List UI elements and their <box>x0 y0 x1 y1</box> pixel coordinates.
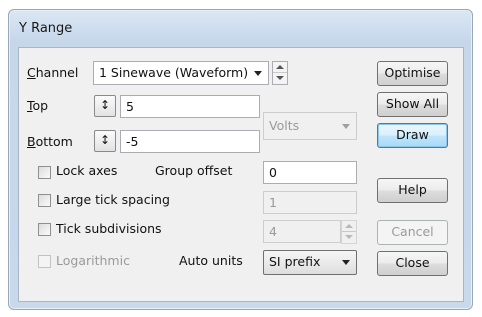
group-offset-value: 0 <box>269 165 277 180</box>
cancel-button: Cancel <box>377 220 448 245</box>
large-tick-spacing-label: Large tick spacing <box>56 192 170 207</box>
spin-up-button <box>342 221 356 232</box>
top-input[interactable]: 5 <box>120 95 260 118</box>
swap-arrows-icon: ↕ <box>99 98 111 112</box>
spin-down-button <box>342 232 356 243</box>
units-select-value: Volts <box>269 118 300 133</box>
channel-select[interactable]: 1 Sinewave (Waveform) <box>93 61 269 85</box>
bottom-input[interactable]: -5 <box>120 130 260 153</box>
channel-select-value: 1 Sinewave (Waveform) <box>99 65 249 80</box>
arrow-down-icon <box>276 76 284 80</box>
chevron-down-icon <box>342 260 350 265</box>
arrow-up-icon <box>276 65 284 69</box>
logarithmic-checkbox <box>38 255 51 268</box>
tick-subdivisions-checkbox[interactable] <box>38 223 51 236</box>
logarithmic-label: Logarithmic <box>56 253 130 268</box>
title-bar[interactable]: Y Range <box>9 10 472 46</box>
lock-axes-checkbox[interactable] <box>38 166 51 179</box>
top-value: 5 <box>126 99 134 114</box>
tick-subdivisions-spinner <box>341 220 357 244</box>
channel-spinner[interactable] <box>272 61 288 85</box>
chevron-down-icon <box>254 71 262 76</box>
screen: Y Range Channel 1 Sinewave (Waveform) To… <box>0 0 482 317</box>
bottom-swap-button[interactable]: ↕ <box>94 130 116 152</box>
channel-label: Channel <box>27 65 79 80</box>
bottom-label: Bottom <box>27 134 73 149</box>
large-tick-spacing-value: 1 <box>269 195 277 210</box>
dialog-title: Y Range <box>19 21 73 36</box>
draw-button[interactable]: Draw <box>377 123 448 148</box>
tick-subdivisions-label: Tick subdivisions <box>56 221 162 236</box>
auto-units-value: SI prefix <box>269 254 321 269</box>
bottom-value: -5 <box>126 134 139 149</box>
top-swap-button[interactable]: ↕ <box>94 95 116 117</box>
close-button[interactable]: Close <box>377 251 448 276</box>
show-all-button[interactable]: Show All <box>377 92 448 117</box>
large-tick-spacing-input: 1 <box>263 191 357 214</box>
optimise-button[interactable]: Optimise <box>377 61 448 86</box>
help-button[interactable]: Help <box>377 178 448 203</box>
dialog-body: Channel 1 Sinewave (Waveform) Top ↕ 5 Vo… <box>18 47 464 302</box>
lock-axes-label: Lock axes <box>56 163 118 178</box>
auto-units-select[interactable]: SI prefix <box>263 250 357 275</box>
tick-subdivisions-input: 4 <box>263 220 341 243</box>
group-offset-label: Group offset <box>155 163 233 178</box>
group-offset-input[interactable]: 0 <box>263 161 357 184</box>
spin-up-button[interactable] <box>273 62 287 73</box>
arrow-down-icon <box>345 235 353 239</box>
auto-units-label: Auto units <box>179 253 243 268</box>
top-label: Top <box>27 98 49 113</box>
units-select: Volts <box>263 112 357 140</box>
y-range-dialog: Y Range Channel 1 Sinewave (Waveform) To… <box>8 9 473 310</box>
swap-arrows-icon: ↕ <box>99 133 111 147</box>
chevron-down-icon <box>342 124 350 129</box>
spin-down-button[interactable] <box>273 73 287 84</box>
tick-subdivisions-value: 4 <box>269 224 277 239</box>
large-tick-spacing-checkbox[interactable] <box>38 194 51 207</box>
arrow-up-icon <box>345 224 353 228</box>
